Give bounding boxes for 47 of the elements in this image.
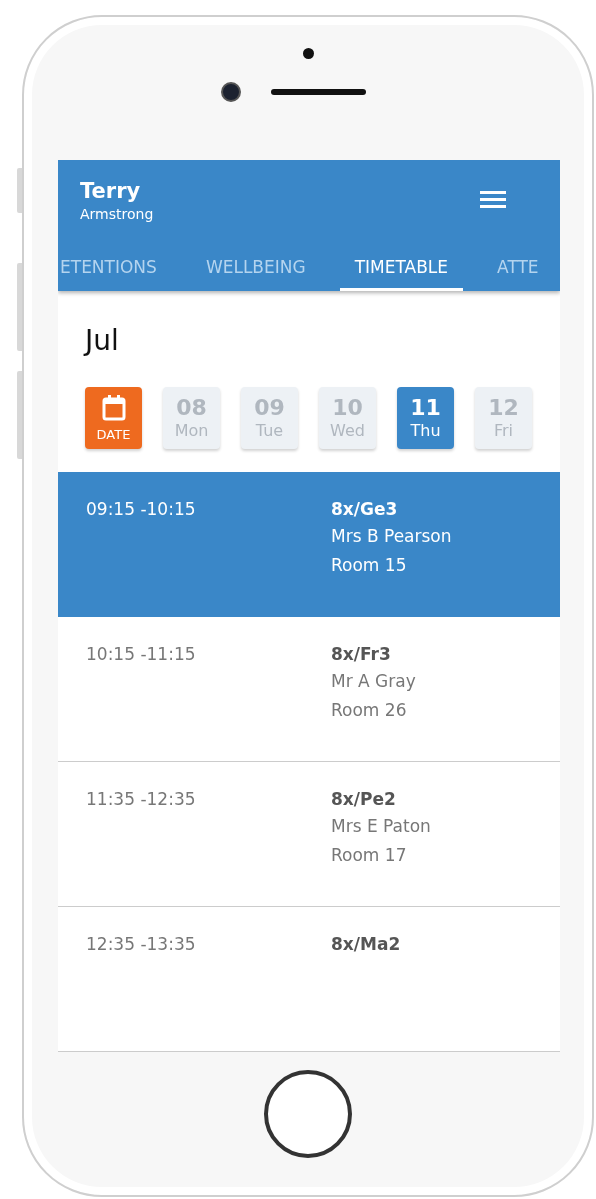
nav-tab[interactable]: WELLBEING — [197, 252, 314, 291]
day-number: 12 — [488, 395, 519, 421]
lesson-row[interactable]: 10:15 -11:15 8x/Fr3 Mr A Gray Room 26 — [58, 617, 560, 762]
teacher-name: Mrs E Paton — [331, 815, 431, 838]
camera-icon — [220, 82, 241, 102]
user-last-name: Armstrong — [80, 205, 154, 224]
day-number: 10 — [332, 395, 363, 421]
day-number: 11 — [410, 395, 441, 421]
user-first-name: Terry — [80, 178, 142, 204]
day-button[interactable]: 08 Mon — [163, 387, 220, 449]
class-code: 8x/Fr3 — [331, 643, 392, 666]
class-code: 8x/Pe2 — [331, 788, 397, 811]
nav-tab[interactable]: ATTE — [489, 252, 547, 291]
weekday-label: Mon — [174, 421, 209, 441]
lesson-time: 09:15 -10:15 — [86, 498, 197, 521]
teacher-name: Mr A Gray — [331, 670, 416, 693]
class-code: 8x/Ge3 — [331, 498, 399, 521]
menu-icon[interactable] — [480, 189, 506, 209]
date-label: DATE — [96, 426, 131, 442]
lesson-row[interactable]: 09:15 -10:15 8x/Ge3 Mrs B Pearson Room 15 — [58, 472, 560, 617]
speaker-icon — [270, 89, 366, 95]
room-label: Room 17 — [331, 844, 408, 867]
lesson-row[interactable]: 12:35 -13:35 8x/Ma2 — [58, 907, 560, 1052]
nav-tab[interactable]: ETENTIONS — [60, 252, 165, 291]
teacher-name: Mrs B Pearson — [331, 525, 452, 548]
lesson-row[interactable]: 11:35 -12:35 8x/Pe2 Mrs E Paton Room 17 — [58, 762, 560, 907]
day-button[interactable]: 12 Fri — [475, 387, 532, 449]
nav-tab[interactable]: TIMETABLE — [339, 252, 464, 291]
date-picker-button[interactable]: DATE — [85, 387, 142, 449]
day-button[interactable]: 10 Wed — [319, 387, 376, 449]
lesson-time: 12:35 -13:35 — [86, 933, 197, 956]
weekday-label: Wed — [330, 421, 365, 441]
sensor-icon — [302, 48, 314, 59]
weekday-label: Tue — [255, 421, 284, 441]
room-label: Room 15 — [331, 554, 408, 577]
weekday-label: Fri — [493, 421, 514, 441]
day-number: 09 — [254, 395, 285, 421]
day-button[interactable]: 11 Thu — [397, 387, 454, 449]
calendar-icon — [101, 394, 126, 421]
lesson-time: 11:35 -12:35 — [86, 788, 197, 811]
weekday-label: Thu — [410, 421, 441, 441]
lesson-time: 10:15 -11:15 — [86, 643, 197, 666]
month-label: Jul — [85, 323, 119, 359]
day-number: 08 — [176, 395, 207, 421]
day-button[interactable]: 09 Tue — [241, 387, 298, 449]
room-label: Room 26 — [331, 699, 408, 722]
class-code: 8x/Ma2 — [331, 933, 401, 956]
